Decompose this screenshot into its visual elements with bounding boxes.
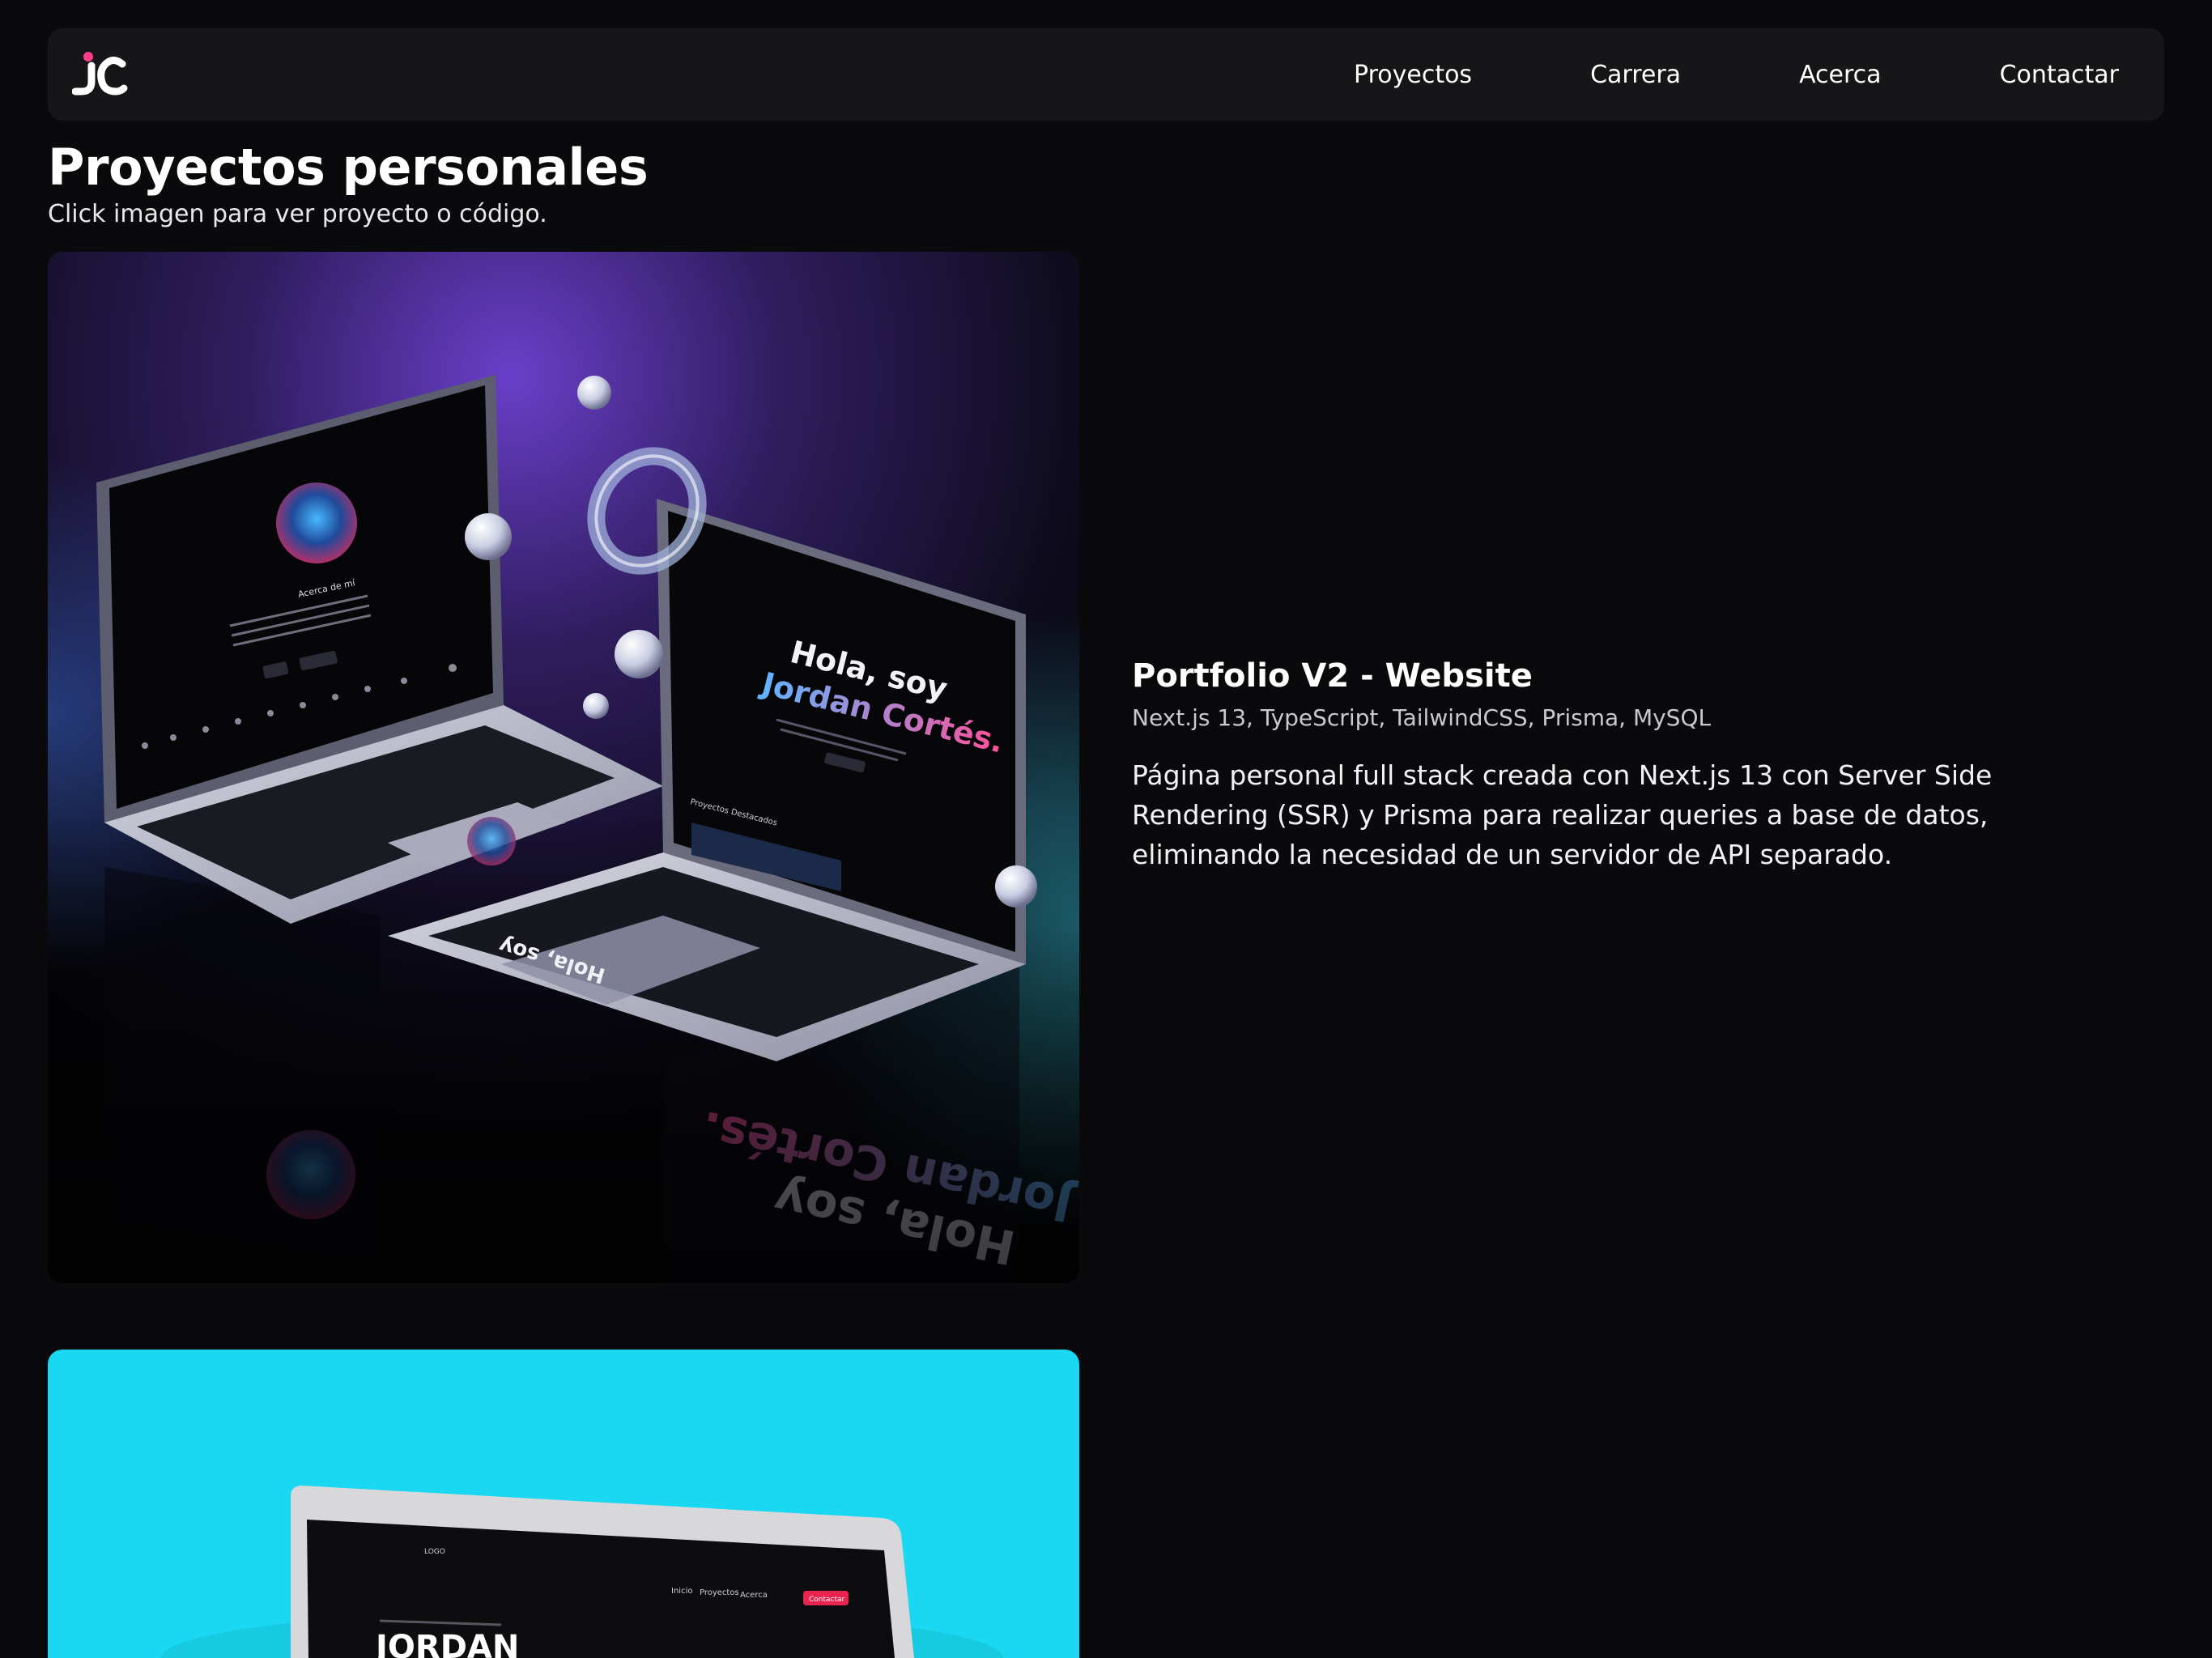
page-subtitle: Click imagen para ver proyecto o código. xyxy=(48,200,547,228)
logo[interactable] xyxy=(72,46,129,103)
svg-text:Inicio: Inicio xyxy=(671,1587,692,1596)
project-info-portfolio-v2: Portfolio V2 - Website Next.js 13, TypeS… xyxy=(1132,657,2136,874)
nav-item-contactar[interactable]: Contactar xyxy=(2000,61,2119,89)
main-nav: Proyectos Carrera Acerca Contactar xyxy=(1354,61,2119,89)
project-description: Página personal full stack creada con Ne… xyxy=(1132,759,1993,870)
project-image-portfolio-v2[interactable]: Hola, soy Jordan Cortés. Acerca de mí Ho… xyxy=(48,252,1079,1283)
project-title: Portfolio V2 - Website xyxy=(1132,657,1533,695)
project-image-second[interactable]: LOGO Inicio Proyectos Acerca Contactar J… xyxy=(48,1350,1079,1658)
nav-item-acerca[interactable]: Acerca xyxy=(1799,61,1882,89)
jc-logo-icon xyxy=(72,52,128,96)
project-tech-stack: Next.js 13, TypeScript, TailwindCSS, Pri… xyxy=(1132,704,1712,731)
svg-text:JORDAN: JORDAN xyxy=(373,1629,519,1658)
svg-text:Proyectos: Proyectos xyxy=(700,1588,739,1597)
laptop-cyan-render-image: LOGO Inicio Proyectos Acerca Contactar J… xyxy=(48,1350,1079,1658)
navbar: Proyectos Carrera Acerca Contactar xyxy=(48,28,2164,121)
svg-text:Contactar: Contactar xyxy=(809,1596,845,1604)
laptops-render-image: Hola, soy Jordan Cortés. Acerca de mí Ho… xyxy=(48,252,1079,1283)
svg-text:Acerca: Acerca xyxy=(740,1591,768,1600)
page-title: Proyectos personales xyxy=(48,138,649,197)
nav-item-proyectos[interactable]: Proyectos xyxy=(1354,61,1472,89)
svg-text:LOGO: LOGO xyxy=(424,1548,445,1556)
nav-item-carrera[interactable]: Carrera xyxy=(1590,61,1681,89)
